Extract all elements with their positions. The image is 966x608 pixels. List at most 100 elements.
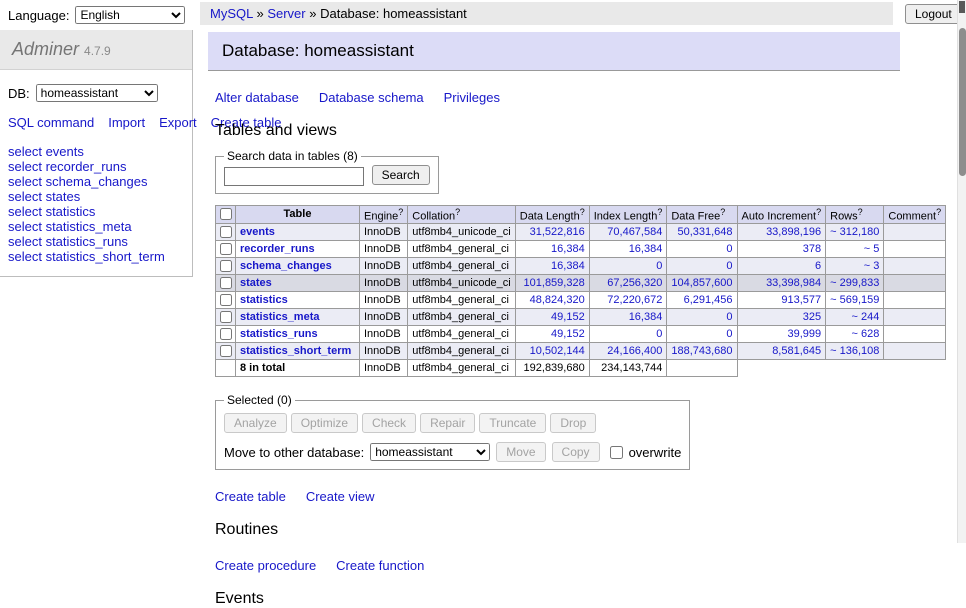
table-link[interactable]: states <box>240 277 272 289</box>
breadcrumb-link[interactable]: Server <box>267 6 305 21</box>
table-link[interactable]: statistics <box>240 294 288 306</box>
auto-increment-link[interactable]: 33,898,196 <box>766 226 821 238</box>
db-nav-link[interactable]: Alter database <box>215 90 299 105</box>
scrollbar[interactable] <box>957 0 966 543</box>
sidebar-table-link[interactable]: select states <box>8 189 184 204</box>
bulk-analyze-button[interactable]: Analyze <box>224 413 287 433</box>
data-free-link[interactable]: 6,291,456 <box>684 294 733 306</box>
row-checkbox[interactable] <box>220 345 232 357</box>
row-checkbox[interactable] <box>220 311 232 323</box>
breadcrumb-link[interactable]: MySQL <box>210 6 253 21</box>
table-link[interactable]: events <box>240 226 275 238</box>
data-free-link[interactable]: 104,857,600 <box>671 277 732 289</box>
bulk-repair-button[interactable]: Repair <box>420 413 475 433</box>
data-length-link[interactable]: 31,522,816 <box>530 226 585 238</box>
routine-link[interactable]: Create procedure <box>215 558 316 573</box>
move-button[interactable]: Move <box>496 442 545 462</box>
data-length-link[interactable]: 101,859,328 <box>524 277 585 289</box>
sidebar-table-link[interactable]: select statistics_meta <box>8 219 184 234</box>
index-length-link[interactable]: 0 <box>656 328 662 340</box>
db-nav-link[interactable]: Database schema <box>319 90 424 105</box>
rows-link[interactable]: ~ 299,833 <box>830 277 879 289</box>
sidebar-table-link[interactable]: select recorder_runs <box>8 159 184 174</box>
app-name[interactable]: Adminer <box>12 39 79 59</box>
column-header-auto-increment[interactable]: Auto Increment? <box>737 205 826 224</box>
data-length-link[interactable]: 49,152 <box>551 328 585 340</box>
routine-link[interactable]: Create function <box>336 558 424 573</box>
row-checkbox[interactable] <box>220 243 232 255</box>
sidebar-table-link[interactable]: select statistics_short_term <box>8 249 184 264</box>
index-length-link[interactable]: 70,467,584 <box>607 226 662 238</box>
auto-increment-link[interactable]: 913,577 <box>781 294 821 306</box>
rows-link[interactable]: ~ 3 <box>864 260 880 272</box>
table-link[interactable]: statistics_short_term <box>240 345 351 357</box>
sidebar-action-link[interactable]: Export <box>159 115 197 130</box>
select-all-checkbox[interactable] <box>220 208 232 220</box>
language-select[interactable]: English <box>75 6 185 24</box>
data-free-link[interactable]: 0 <box>726 243 732 255</box>
index-length-link[interactable]: 16,384 <box>629 243 663 255</box>
row-checkbox[interactable] <box>220 328 232 340</box>
index-length-link[interactable]: 0 <box>656 260 662 272</box>
db-select[interactable]: homeassistant <box>36 84 158 102</box>
search-button[interactable]: Search <box>372 165 430 185</box>
data-free-link[interactable]: 0 <box>726 260 732 272</box>
sidebar-table-link[interactable]: select schema_changes <box>8 174 184 189</box>
column-header-index-length[interactable]: Index Length? <box>589 205 667 224</box>
scroll-up-button[interactable] <box>959 1 965 13</box>
rows-link[interactable]: ~ 5 <box>864 243 880 255</box>
overwrite-label-wrap[interactable]: overwrite <box>606 443 682 462</box>
scrollbar-thumb[interactable] <box>959 28 966 176</box>
help-icon[interactable]: ? <box>455 207 460 217</box>
logout-button[interactable]: Logout <box>905 4 962 24</box>
data-free-link[interactable]: 0 <box>726 311 732 323</box>
rows-link[interactable]: ~ 136,108 <box>830 345 879 357</box>
copy-button[interactable]: Copy <box>552 442 600 462</box>
column-header-rows[interactable]: Rows? <box>826 205 884 224</box>
help-icon[interactable]: ? <box>858 207 863 217</box>
data-length-link[interactable]: 49,152 <box>551 311 585 323</box>
data-length-link[interactable]: 48,824,320 <box>530 294 585 306</box>
row-checkbox[interactable] <box>220 294 232 306</box>
bulk-drop-button[interactable]: Drop <box>550 413 596 433</box>
row-checkbox[interactable] <box>220 277 232 289</box>
bulk-truncate-button[interactable]: Truncate <box>479 413 546 433</box>
sidebar-table-link[interactable]: select statistics_runs <box>8 234 184 249</box>
bulk-check-button[interactable]: Check <box>362 413 416 433</box>
db-nav-link[interactable]: Privileges <box>444 90 500 105</box>
index-length-link[interactable]: 24,166,400 <box>607 345 662 357</box>
search-input[interactable] <box>224 167 364 186</box>
index-length-link[interactable]: 67,256,320 <box>607 277 662 289</box>
help-icon[interactable]: ? <box>398 207 403 217</box>
sidebar-table-link[interactable]: select statistics <box>8 204 184 219</box>
auto-increment-link[interactable]: 33,398,984 <box>766 277 821 289</box>
data-length-link[interactable]: 16,384 <box>551 243 585 255</box>
auto-increment-link[interactable]: 325 <box>803 311 821 323</box>
column-header-collation[interactable]: Collation? <box>408 205 515 224</box>
table-link[interactable]: statistics_meta <box>240 311 320 323</box>
table-link[interactable]: schema_changes <box>240 260 332 272</box>
help-icon[interactable]: ? <box>580 207 585 217</box>
table-link[interactable]: recorder_runs <box>240 243 315 255</box>
column-header-comment[interactable]: Comment? <box>884 205 946 224</box>
create-link[interactable]: Create view <box>306 489 375 504</box>
data-free-link[interactable]: 188,743,680 <box>671 345 732 357</box>
index-length-link[interactable]: 72,220,672 <box>607 294 662 306</box>
sidebar-table-link[interactable]: select events <box>8 144 184 159</box>
sidebar-action-link[interactable]: SQL command <box>8 115 94 130</box>
data-free-link[interactable]: 0 <box>726 328 732 340</box>
column-header-data-free[interactable]: Data Free? <box>667 205 737 224</box>
help-icon[interactable]: ? <box>936 207 941 217</box>
help-icon[interactable]: ? <box>816 207 821 217</box>
sidebar-action-link[interactable]: Import <box>108 115 145 130</box>
auto-increment-link[interactable]: 6 <box>815 260 821 272</box>
index-length-link[interactable]: 16,384 <box>629 311 663 323</box>
help-icon[interactable]: ? <box>720 207 725 217</box>
overwrite-checkbox[interactable] <box>610 446 623 459</box>
rows-link[interactable]: ~ 312,180 <box>830 226 879 238</box>
column-header-table[interactable]: Table <box>236 205 360 224</box>
auto-increment-link[interactable]: 378 <box>803 243 821 255</box>
rows-link[interactable]: ~ 569,159 <box>830 294 879 306</box>
column-header-engine[interactable]: Engine? <box>360 205 408 224</box>
data-length-link[interactable]: 10,502,144 <box>530 345 585 357</box>
